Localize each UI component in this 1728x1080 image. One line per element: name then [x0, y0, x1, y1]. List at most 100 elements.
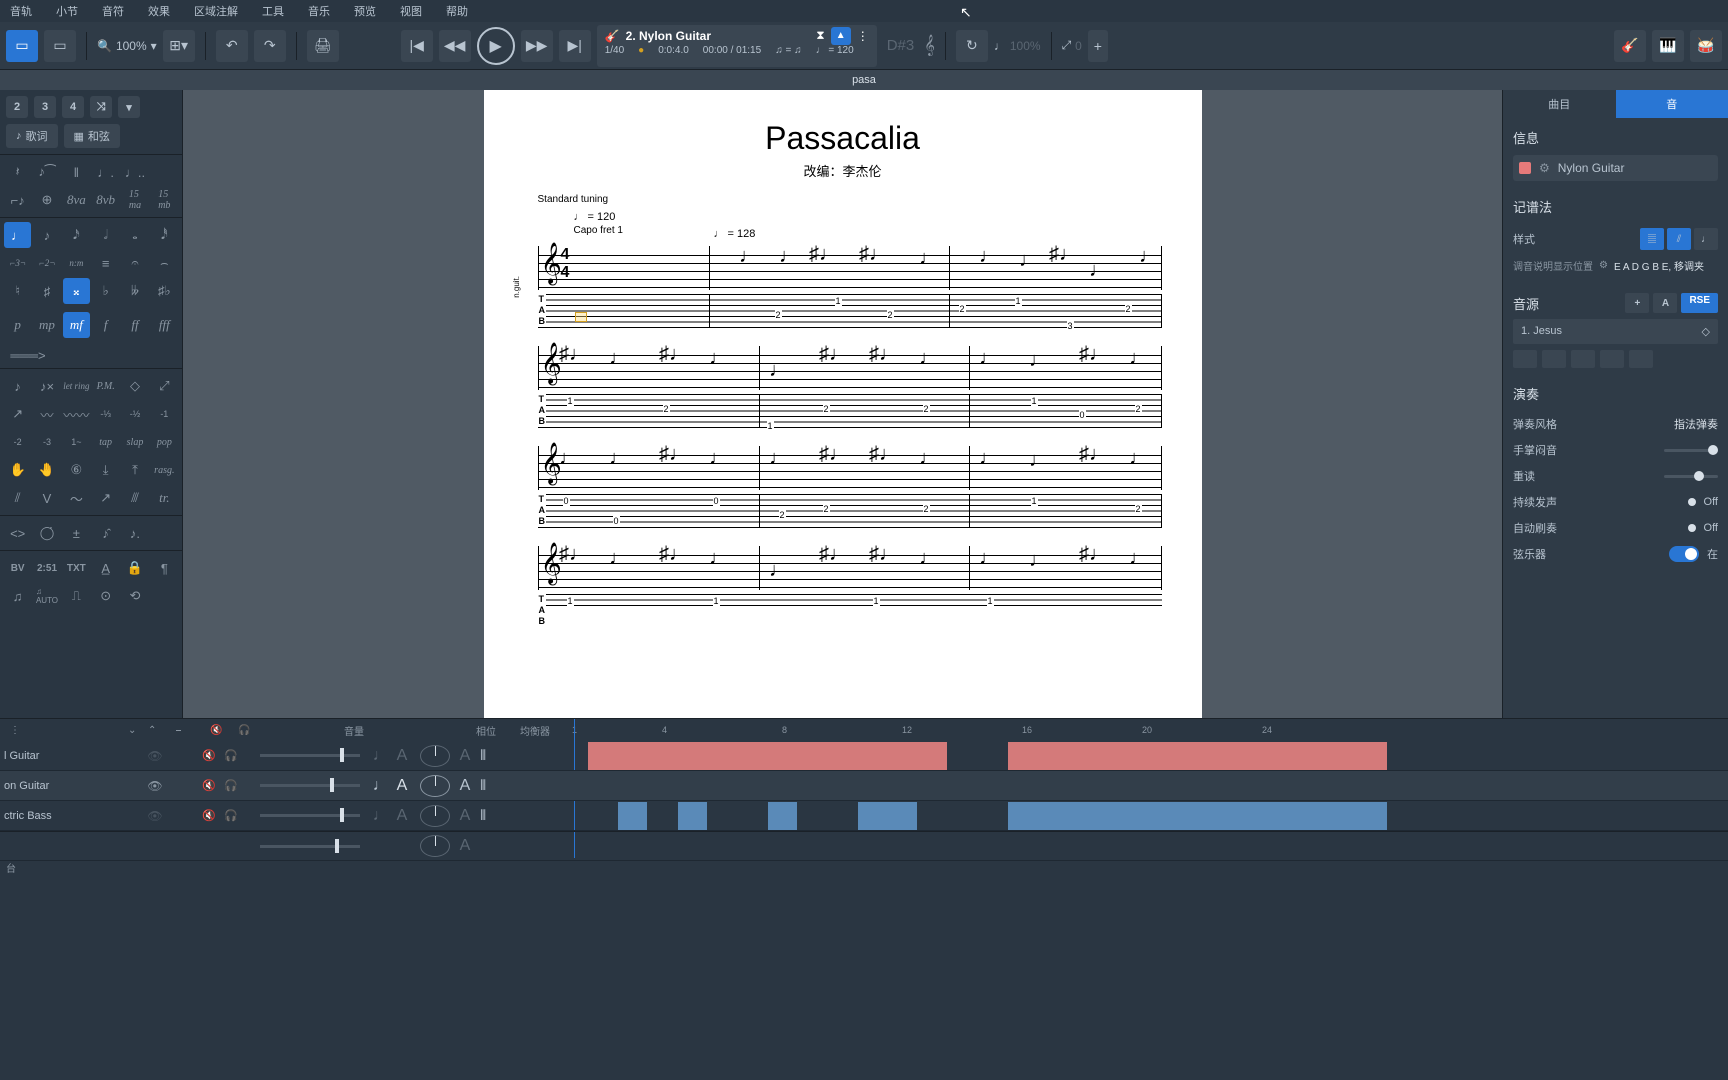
menu-track[interactable]: 音轨: [10, 3, 32, 19]
dyn-f[interactable]: f: [92, 312, 119, 338]
fretboard-button[interactable]: 🎸: [1614, 30, 1646, 62]
menu-music[interactable]: 音乐: [308, 3, 330, 19]
tuplet-3[interactable]: ⌐3¬: [4, 250, 31, 276]
transpose-up-button[interactable]: +: [1088, 30, 1108, 62]
mixer-track-3[interactable]: ctric Bass 👁 🔇🎧 ♩A A ⦀: [0, 801, 1728, 831]
duration-eighth[interactable]: ♪: [33, 222, 60, 248]
tool-accent[interactable]: <>: [4, 520, 31, 546]
tool-palm-mute[interactable]: P.M.: [92, 373, 119, 399]
skip-start-button[interactable]: |◀: [401, 30, 433, 62]
dyn-mf[interactable]: mf: [63, 312, 90, 338]
tuplet-2[interactable]: ⌐2¬: [33, 250, 60, 276]
tuplet-n[interactable]: n:m: [63, 250, 90, 276]
eq-icon[interactable]: ⦀: [480, 747, 500, 764]
edit-cursor[interactable]: [575, 312, 587, 322]
mixer-menu-icon[interactable]: ⋮: [10, 725, 20, 736]
menu-section[interactable]: 区域注解: [194, 3, 238, 19]
tool-tenuto[interactable]: ±: [63, 520, 90, 546]
tool-15ma[interactable]: 15ma: [121, 187, 148, 213]
tool-flat[interactable]: ♭: [92, 278, 119, 304]
sound-preset-1[interactable]: [1513, 350, 1537, 368]
tool-vibrato[interactable]: 〰: [33, 401, 60, 427]
dyn-mp[interactable]: mp: [33, 312, 60, 338]
keyboard-button[interactable]: 🎹: [1652, 30, 1684, 62]
tool-breath[interactable]: ⌢: [151, 250, 178, 276]
notation-style-tab[interactable]: 𝄚: [1640, 228, 1664, 250]
duration-quarter[interactable]: ♩: [4, 222, 31, 248]
tool-grace[interactable]: ⌐♪: [4, 187, 31, 213]
tool-hand-right[interactable]: 🤚: [33, 457, 60, 483]
tool-fermata[interactable]: 𝄐: [121, 250, 148, 276]
tool-tr[interactable]: tr.: [151, 485, 178, 511]
transpose-control[interactable]: ⤢ 0: [1062, 38, 1082, 53]
settings-icon[interactable]: ⚙: [1539, 161, 1550, 175]
fret-2[interactable]: -2: [4, 429, 31, 455]
tool-tremolo[interactable]: ⊕: [33, 187, 60, 213]
tool-double-sharp[interactable]: 𝄪: [63, 278, 90, 304]
undo-button[interactable]: ↶: [216, 30, 248, 62]
mixer-track-2[interactable]: on Guitar 👁 🔇🎧 ♩A A ⦀: [0, 771, 1728, 801]
drums-button[interactable]: 🥁: [1690, 30, 1722, 62]
volume-slider[interactable]: [260, 784, 360, 787]
eye-icon[interactable]: 👁: [147, 749, 162, 763]
tool-slap[interactable]: slap: [121, 429, 148, 455]
voice-dropdown-button[interactable]: ▾: [118, 96, 140, 118]
tool-arpeggio-down[interactable]: ⫽: [4, 485, 31, 511]
fret-3[interactable]: -3: [33, 429, 60, 455]
print-button[interactable]: 🖨: [307, 30, 339, 62]
tool-8vb[interactable]: 8vb: [92, 187, 119, 213]
fret-vib[interactable]: 1~: [63, 429, 90, 455]
view-page-button[interactable]: ▭: [6, 30, 38, 62]
tool-auto[interactable]: ♫AUTO: [33, 583, 60, 609]
tool-let-ring[interactable]: let ring: [63, 373, 90, 399]
tool-circle-6[interactable]: ⑥: [63, 457, 90, 483]
eye-icon[interactable]: 👁: [147, 809, 162, 823]
tool-natural[interactable]: ♮: [4, 278, 31, 304]
tool-tie[interactable]: ♪⁀: [33, 159, 60, 185]
fret-13[interactable]: -⅓: [92, 401, 119, 427]
strings-toggle[interactable]: [1669, 546, 1699, 562]
menu-effect[interactable]: 效果: [148, 3, 170, 19]
dyn-fff[interactable]: fff: [151, 312, 178, 338]
tool-trill[interactable]: 〜: [63, 485, 90, 511]
mute-icon[interactable]: 🔇: [202, 809, 216, 822]
notation-style-standard[interactable]: ♩: [1694, 228, 1718, 250]
tool-beam-group[interactable]: ♫: [4, 583, 31, 609]
play-button[interactable]: ▶: [477, 27, 515, 65]
solo-icon[interactable]: 🎧: [224, 809, 238, 822]
dyn-p[interactable]: p: [4, 312, 31, 338]
zoom-control[interactable]: 🔍 100% ▾: [97, 39, 157, 53]
pan-knob[interactable]: [420, 745, 450, 767]
speed-control[interactable]: ♩100%: [994, 39, 1041, 53]
tool-bend[interactable]: ↗: [4, 401, 31, 427]
accent-slider[interactable]: [1664, 475, 1718, 478]
document-tab[interactable]: pasa: [852, 74, 876, 86]
eye-icon[interactable]: 👁: [147, 779, 162, 793]
volume-slider[interactable]: [260, 814, 360, 817]
inspector-tab-sound[interactable]: 音: [1616, 90, 1728, 118]
rse-button[interactable]: RSE: [1681, 293, 1718, 313]
tool-double-dotted[interactable]: ♩..: [121, 159, 148, 185]
tool-stroke-down[interactable]: ⤓: [92, 457, 119, 483]
mute-icon[interactable]: 🔇: [210, 725, 222, 736]
master-pan-knob[interactable]: [420, 835, 450, 857]
play-style-value[interactable]: 指法弹奏: [1674, 416, 1718, 432]
gear-icon[interactable]: ⚙: [1599, 260, 1608, 271]
duration-half[interactable]: 𝅗𝅥: [92, 222, 119, 248]
solo-icon[interactable]: 🎧: [224, 749, 238, 762]
tool-hand-left[interactable]: ✋: [4, 457, 31, 483]
multi-voice-button[interactable]: ⤨: [90, 96, 112, 118]
menu-help[interactable]: 帮助: [446, 3, 468, 19]
automation-icon[interactable]: ⎯: [176, 725, 181, 736]
menu-bar-item[interactable]: 小节: [56, 3, 78, 19]
rewind-button[interactable]: ◀◀: [439, 30, 471, 62]
sound-a-button[interactable]: A: [1653, 293, 1677, 313]
sound-bank-item[interactable]: 1. Jesus ◇: [1513, 319, 1718, 344]
master-volume-slider[interactable]: [260, 845, 360, 848]
collapse-down-icon[interactable]: ⌄: [128, 725, 136, 736]
tool-jump[interactable]: ⟲: [121, 583, 148, 609]
voice-4-button[interactable]: 4: [62, 96, 84, 118]
tool-crescendo[interactable]: ═══>: [0, 342, 50, 368]
duration-whole[interactable]: 𝅝: [121, 222, 148, 248]
tool-barline[interactable]: ‖: [63, 159, 90, 185]
